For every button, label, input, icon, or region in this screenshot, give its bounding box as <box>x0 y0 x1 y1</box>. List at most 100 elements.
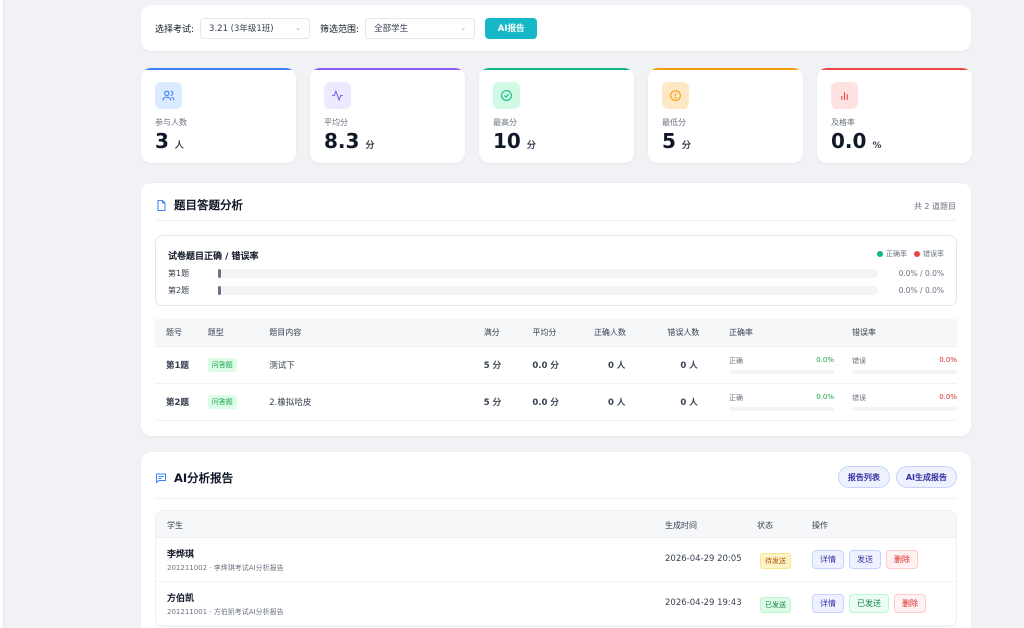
detail-button[interactable]: 详情 <box>812 594 844 613</box>
stat-label: 最高分 <box>493 118 517 127</box>
stat-number: 5 <box>662 129 676 153</box>
stat-accent-bar <box>141 68 296 70</box>
full-score: 5 分 <box>472 346 522 384</box>
col-avg: 平均分 <box>521 319 583 347</box>
sent-button[interactable]: 已发送 <box>849 594 889 613</box>
wrong-rate-track <box>852 369 957 374</box>
stat-value: 0.0% <box>831 129 881 153</box>
stat-card-highest: 最高分 10 分 <box>479 68 634 163</box>
stat-card-participants: 参与人数 3人 <box>141 68 296 163</box>
ai-report-panel: AI分析报告 报告列表 AI生成报告 学生 生成时间 状态 操作 李烨琪 201… <box>141 452 971 628</box>
legend-correct: 正确率 <box>886 250 907 258</box>
stat-unit: 分 <box>681 141 691 151</box>
right-rate-cell: 正确 0.0% <box>718 383 841 421</box>
progress-track <box>218 285 878 295</box>
exam-select-label: 选择考试: <box>155 24 195 35</box>
stat-accent-bar <box>648 68 803 70</box>
table-row: 方伯凯 201211001 · 方伯凯考试AI分析报告 2026-04-29 1… <box>156 582 956 626</box>
right-count: 0 人 <box>582 383 657 421</box>
range-select[interactable]: 全部学生 ⌄ <box>365 17 476 39</box>
stat-label: 及格率 <box>831 118 855 127</box>
wrong-count: 0 人 <box>656 346 719 384</box>
stat-card-average: 平均分 8.3 分 <box>310 68 465 163</box>
col-full: 满分 <box>472 319 522 347</box>
wrong-rate-cell: 错误 0.0% <box>841 346 957 384</box>
rate-chart: 试卷题目正确 / 错误率 正确率 错误率 第1题 0.0% / 0.0% 第2题… <box>155 235 957 306</box>
progress-label: 第1题 <box>168 268 190 278</box>
question-no: 第1题 <box>155 346 197 384</box>
question-type: 问答题 <box>196 383 259 421</box>
stat-label: 参与人数 <box>155 118 187 127</box>
chart-title: 试卷题目正确 / 错误率 <box>168 252 259 262</box>
generate-time: 2026-04-29 20:05 <box>665 554 742 564</box>
table-row: 第1题 问答题 测试下 5 分 0.0 分 0 人 0 人 正确 0.0% 错误 0… <box>155 346 957 384</box>
exam-select-value: 3.21 (3年级1班) <box>209 24 274 34</box>
wrong-rate-label: 错误 <box>852 393 866 402</box>
chevron-down-icon: ⌄ <box>460 24 467 32</box>
progress-row: 第1题 0.0% / 0.0% <box>168 267 944 279</box>
right-rate-track <box>729 369 835 374</box>
wrong-rate-value: 0.0% <box>939 355 957 364</box>
progress-row: 第2题 0.0% / 0.0% <box>168 284 944 296</box>
col-action: 操作 <box>812 521 828 530</box>
section-title: 题目答题分析 <box>155 197 243 213</box>
col-no: 题号 <box>155 319 197 347</box>
wrong-rate-value: 0.0% <box>939 392 957 401</box>
col-right: 正确人数 <box>582 319 657 347</box>
chevron-down-icon: ⌄ <box>295 24 302 32</box>
check-circle-icon <box>493 82 520 109</box>
section-title: AI分析报告 <box>155 470 233 486</box>
report-list-button[interactable]: 报告列表 <box>837 466 890 488</box>
legend-wrong: 错误率 <box>923 250 944 258</box>
filter-bar: 选择考试: 3.21 (3年级1班) ⌄ 筛选范围: 全部学生 ⌄ AI报告 <box>141 5 971 51</box>
stat-accent-bar <box>817 68 972 70</box>
section-title-text: 题目答题分析 <box>174 198 243 212</box>
col-status: 状态 <box>757 521 773 530</box>
row-actions: 详情 已发送 删除 <box>812 594 931 613</box>
progress-label: 第2题 <box>168 285 190 295</box>
exam-select[interactable]: 3.21 (3年级1班) ⌄ <box>200 17 311 39</box>
col-type: 题型 <box>196 319 259 347</box>
users-icon <box>155 82 182 109</box>
left-sidebar-edge <box>0 0 4 628</box>
right-count: 0 人 <box>582 346 657 384</box>
col-wrong-rate: 错误率 <box>841 319 957 347</box>
send-button[interactable]: 发送 <box>849 550 881 569</box>
right-rate-label: 正确 <box>729 356 744 365</box>
right-rate-value: 0.0% <box>816 392 835 401</box>
stat-accent-bar <box>479 68 634 70</box>
question-type: 问答题 <box>196 346 259 384</box>
legend-dot-wrong <box>914 251 920 257</box>
col-time: 生成时间 <box>665 521 697 530</box>
stat-unit: % <box>872 141 882 151</box>
wrong-rate-cell: 错误 0.0% <box>841 383 957 421</box>
divider <box>155 498 957 499</box>
question-total: 共 2 道题目 <box>913 202 956 211</box>
col-wrong: 错误人数 <box>656 319 719 347</box>
col-content: 题目内容 <box>258 319 473 347</box>
stat-unit: 分 <box>365 141 375 151</box>
type-tag: 问答题 <box>207 394 237 409</box>
table-row: 第2题 问答题 2.橡拟哈皮 5 分 0.0 分 0 人 0 人 正确 0.0% … <box>155 383 957 421</box>
right-rate-track <box>729 406 835 411</box>
delete-button[interactable]: 删除 <box>894 594 926 613</box>
stat-label: 最低分 <box>662 118 686 127</box>
stat-card-lowest: 最低分 5分 <box>648 68 803 163</box>
progress-percent: 0.0% / 0.0% <box>898 285 944 295</box>
question-no: 第2题 <box>155 383 197 421</box>
col-student: 学生 <box>167 521 183 530</box>
ai-report-button[interactable]: AI报告 <box>485 17 538 39</box>
section-title-text: AI分析报告 <box>174 471 234 485</box>
detail-button[interactable]: 详情 <box>812 550 844 569</box>
full-score: 5 分 <box>472 383 522 421</box>
ai-generate-report-button[interactable]: AI生成报告 <box>895 466 957 488</box>
delete-button[interactable]: 删除 <box>886 550 918 569</box>
stat-card-pass-rate: 及格率 0.0% <box>817 68 972 163</box>
question-analysis-panel: 题目答题分析 共 2 道题目 试卷题目正确 / 错误率 正确率 错误率 第1题 … <box>141 183 971 436</box>
status-badge: 已发送 <box>760 597 791 613</box>
range-select-label: 筛选范围: <box>320 24 360 35</box>
student-name: 方伯凯 <box>167 594 195 604</box>
table-header: 学生 生成时间 状态 操作 <box>156 511 956 538</box>
report-desc: 201211001 · 方伯凯考试AI分析报告 <box>167 608 284 616</box>
right-rate-value: 0.0% <box>816 355 835 364</box>
